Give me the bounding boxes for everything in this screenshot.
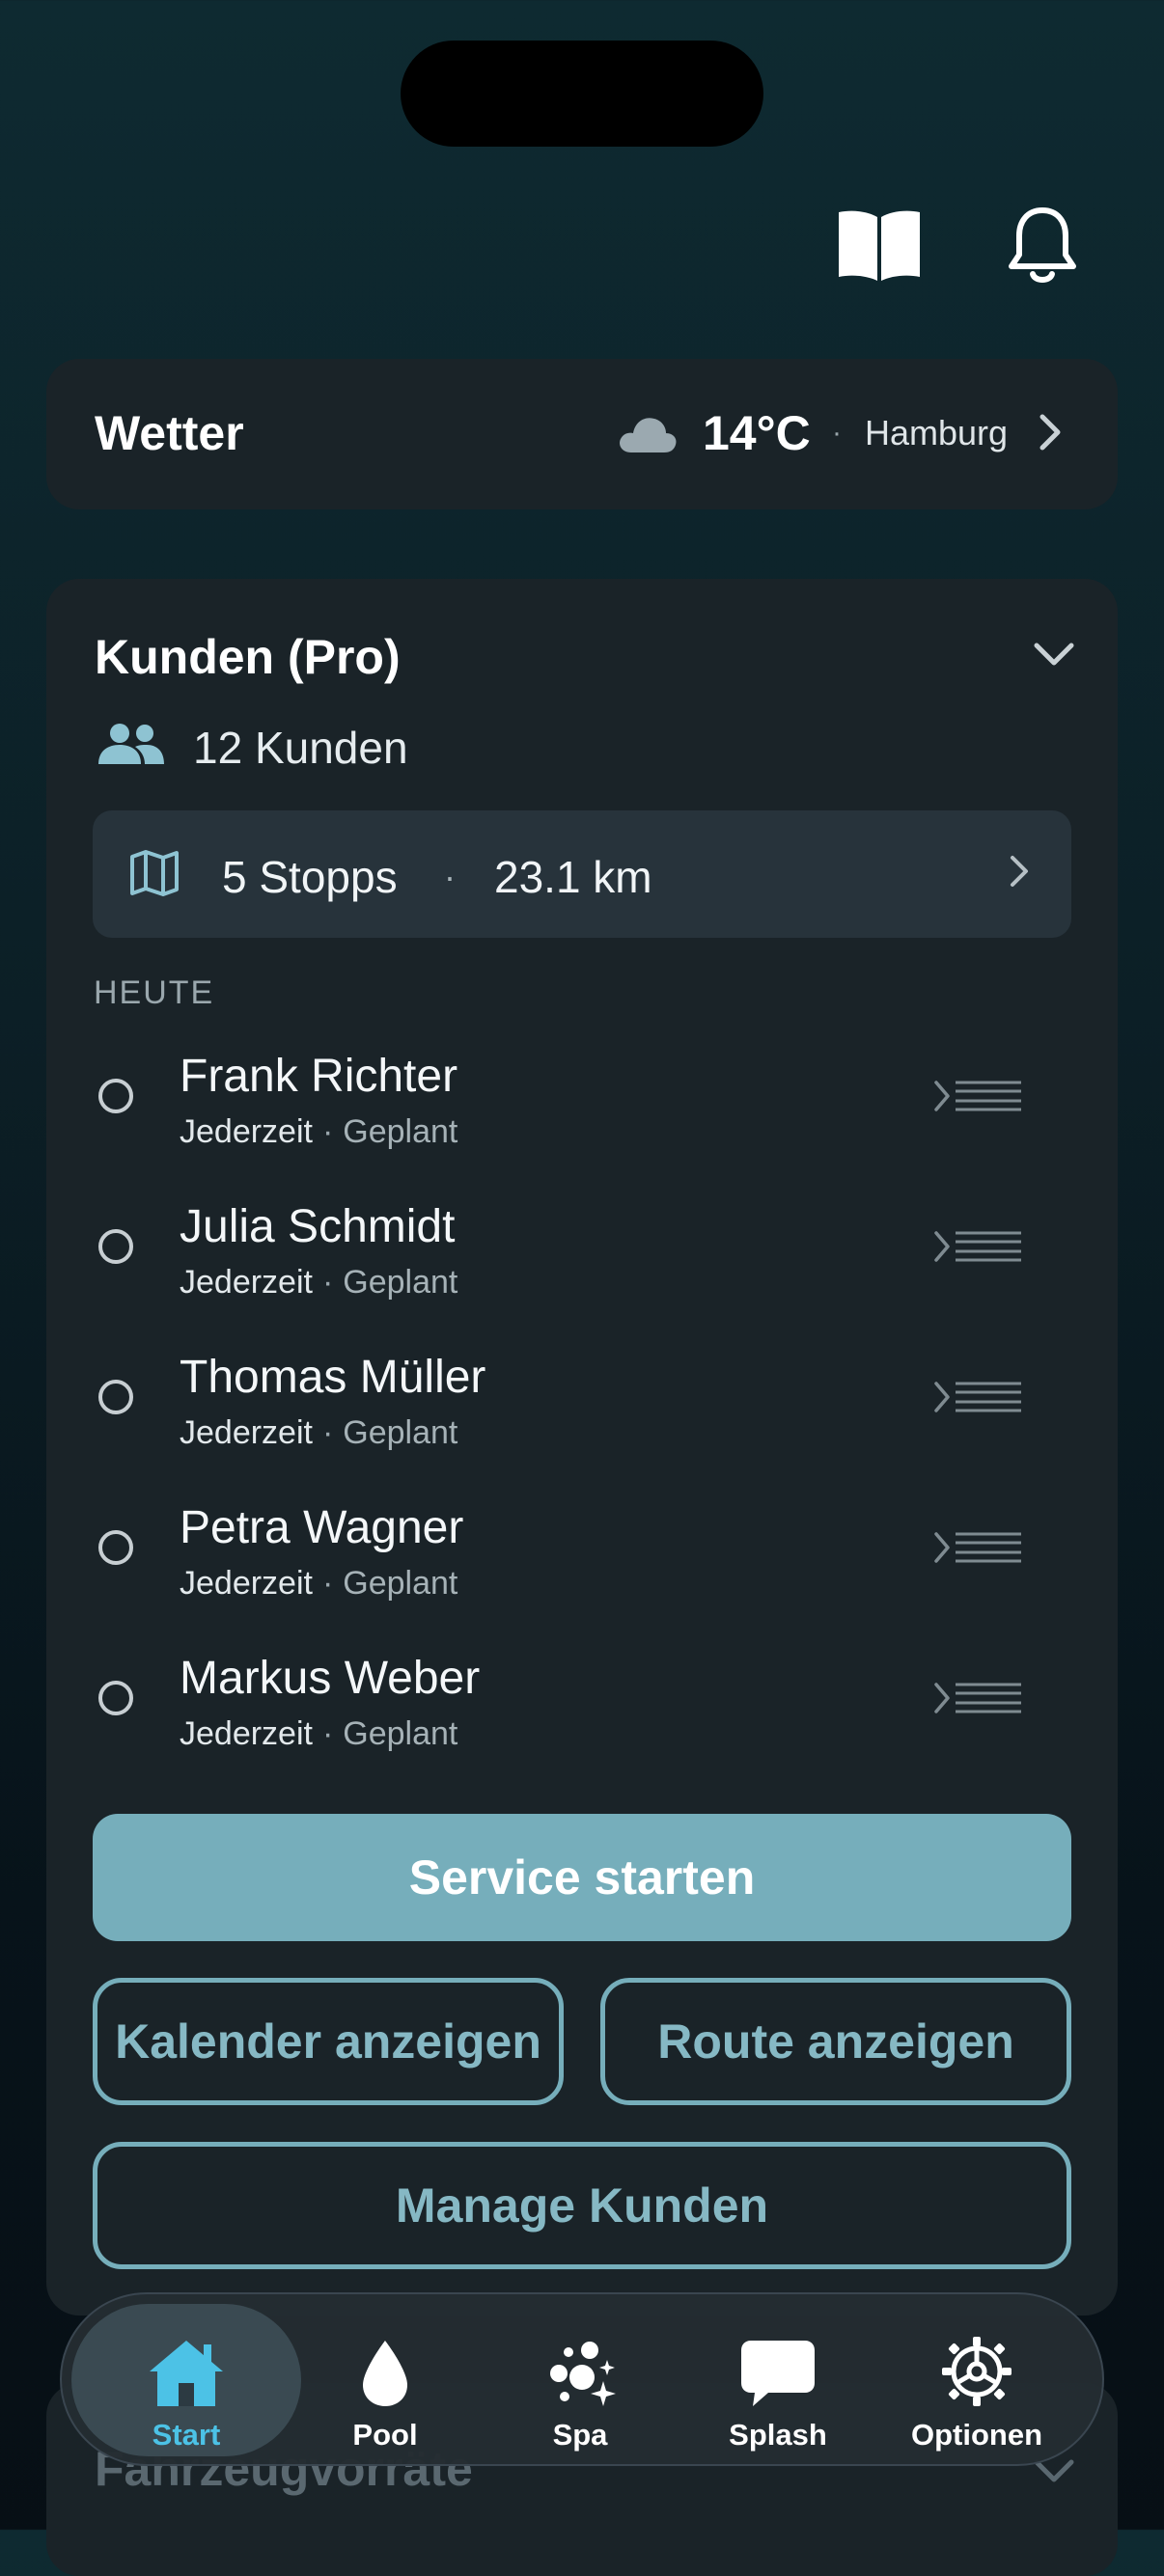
checkbox-circle[interactable]: [98, 1681, 133, 1715]
tab-splash[interactable]: Splash: [693, 2300, 863, 2458]
tab-spa-label: Spa: [552, 2418, 608, 2452]
weather-city: Hamburg: [865, 413, 1009, 452]
reorder-handle-icon[interactable]: [932, 1677, 1025, 1724]
guide-button[interactable]: [826, 193, 932, 299]
customer-meta: Jederzeit · Geplant: [180, 1113, 458, 1150]
manage-customers-button[interactable]: Manage Kunden: [93, 2142, 1071, 2269]
customer-name: Petra Wagner: [180, 1502, 464, 1553]
checkbox-circle[interactable]: [98, 1079, 133, 1113]
cloud-icon: [618, 412, 678, 459]
start-service-button[interactable]: Service starten: [93, 1814, 1071, 1941]
map-icon: [129, 849, 180, 902]
customer-count: 12 Kunden: [193, 723, 408, 773]
customer-name: Markus Weber: [180, 1653, 481, 1704]
customer-meta: Jederzeit · Geplant: [180, 1565, 458, 1602]
show-calendar-button[interactable]: Kalender anzeigen: [93, 1978, 564, 2105]
reorder-handle-icon[interactable]: [932, 1075, 1025, 1122]
customers-title: Kunden (Pro): [95, 630, 401, 684]
reorder-handle-icon[interactable]: [932, 1376, 1025, 1423]
bubbles-icon: [543, 2321, 617, 2408]
customer-meta: Jederzeit · Geplant: [180, 1264, 458, 1301]
reorder-handle-icon[interactable]: [932, 1526, 1025, 1574]
route-stops: 5 Stopps: [222, 852, 398, 902]
weather-title: Wetter: [95, 406, 244, 460]
checkbox-circle[interactable]: [98, 1530, 133, 1565]
checkbox-circle[interactable]: [98, 1229, 133, 1264]
weather-separator: ·: [832, 417, 842, 449]
notifications-button[interactable]: [989, 193, 1095, 299]
tab-pool-label: Pool: [352, 2418, 418, 2452]
customer-name: Thomas Müller: [180, 1352, 486, 1403]
customer-row[interactable]: Thomas Müller Jederzeit · Geplant: [93, 1352, 1077, 1490]
collapse-button[interactable]: [1033, 642, 1075, 673]
customer-meta: Jederzeit · Geplant: [180, 1715, 458, 1752]
gear-icon: [940, 2321, 1013, 2408]
bell-icon: [1009, 207, 1076, 283]
customer-name: Frank Richter: [180, 1051, 458, 1102]
chat-bubble-icon: [739, 2321, 817, 2408]
customer-row[interactable]: Petra Wagner Jederzeit · Geplant: [93, 1502, 1077, 1640]
weather-temperature: 14°C: [703, 406, 811, 460]
chevron-right-icon: [1039, 413, 1062, 456]
customer-name: Julia Schmidt: [180, 1201, 456, 1252]
route-separator: ·: [444, 857, 456, 896]
customer-row[interactable]: Julia Schmidt Jederzeit · Geplant: [93, 1201, 1077, 1339]
tab-pool[interactable]: Pool: [309, 2300, 461, 2458]
show-route-button[interactable]: Route anzeigen: [600, 1978, 1071, 2105]
chevron-down-icon: [1034, 643, 1074, 666]
book-icon: [839, 210, 920, 281]
tab-options-label: Optionen: [910, 2418, 1043, 2452]
reorder-handle-icon[interactable]: [932, 1225, 1025, 1273]
drop-icon: [359, 2321, 411, 2408]
checkbox-circle[interactable]: [98, 1380, 133, 1414]
tab-options[interactable]: Optionen: [888, 2300, 1066, 2458]
section-today-label: HEUTE: [94, 974, 215, 1011]
customer-row[interactable]: Markus Weber Jederzeit · Geplant: [93, 1653, 1077, 1791]
tab-spa[interactable]: Spa: [504, 2300, 656, 2458]
customer-meta: Jederzeit · Geplant: [180, 1414, 458, 1451]
chevron-right-icon: [1010, 855, 1029, 892]
dynamic-island: [401, 41, 763, 147]
tab-start[interactable]: Start: [71, 2300, 301, 2458]
home-icon: [146, 2321, 227, 2408]
tab-splash-label: Splash: [729, 2418, 827, 2452]
tab-start-label: Start: [152, 2418, 221, 2452]
customer-row[interactable]: Frank Richter Jederzeit · Geplant: [93, 1051, 1077, 1189]
route-distance: 23.1 km: [494, 852, 652, 902]
people-icon: [97, 722, 166, 773]
